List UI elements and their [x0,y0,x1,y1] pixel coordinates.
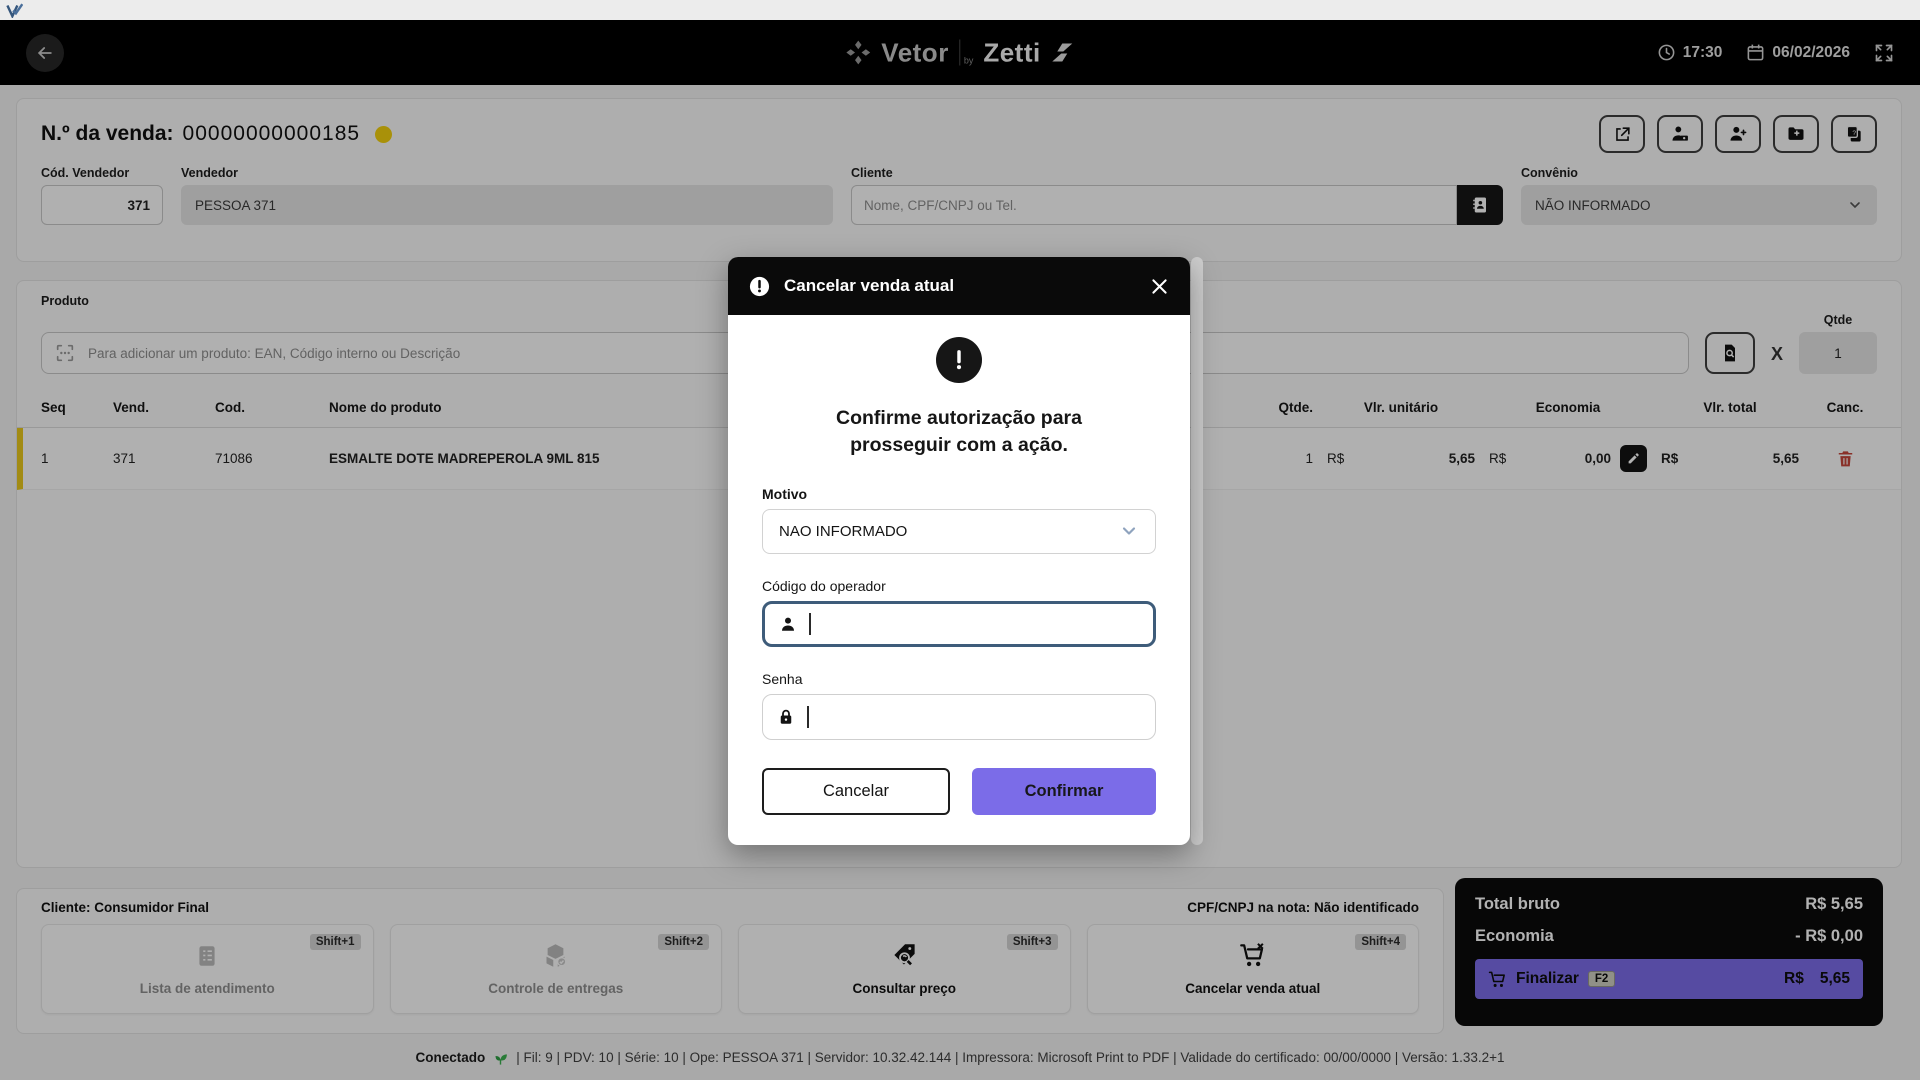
v-check-logo [6,3,23,18]
alert-circle-icon [748,275,771,298]
close-icon[interactable] [1149,276,1170,297]
modal-scrollbar[interactable] [1191,257,1203,845]
cancel-sale-modal: Cancelar venda atual Confirme autorizaçã… [728,257,1190,845]
person-icon [779,615,797,633]
operador-label: Código do operador [762,578,1156,594]
motivo-label: Motivo [762,486,1156,502]
warning-exclamation-icon [936,337,982,383]
text-caret [809,613,811,635]
text-caret [807,706,809,728]
modal-header: Cancelar venda atual [728,257,1190,315]
lock-icon [777,708,795,726]
browser-top-strip [0,0,1920,20]
confirm-message: Confirme autorização para prosseguir com… [762,405,1156,460]
modal-title: Cancelar venda atual [784,276,954,296]
senha-label: Senha [762,671,1156,687]
confirm-button[interactable]: Confirmar [972,768,1156,815]
motivo-select[interactable]: NAO INFORMADO [762,509,1156,554]
senha-input[interactable] [762,694,1156,740]
cancel-button[interactable]: Cancelar [762,768,950,815]
chevron-down-icon [1119,521,1139,541]
modal-body: Confirme autorização para prosseguir com… [728,315,1190,845]
operador-input[interactable] [762,601,1156,647]
motivo-value: NAO INFORMADO [779,523,907,540]
